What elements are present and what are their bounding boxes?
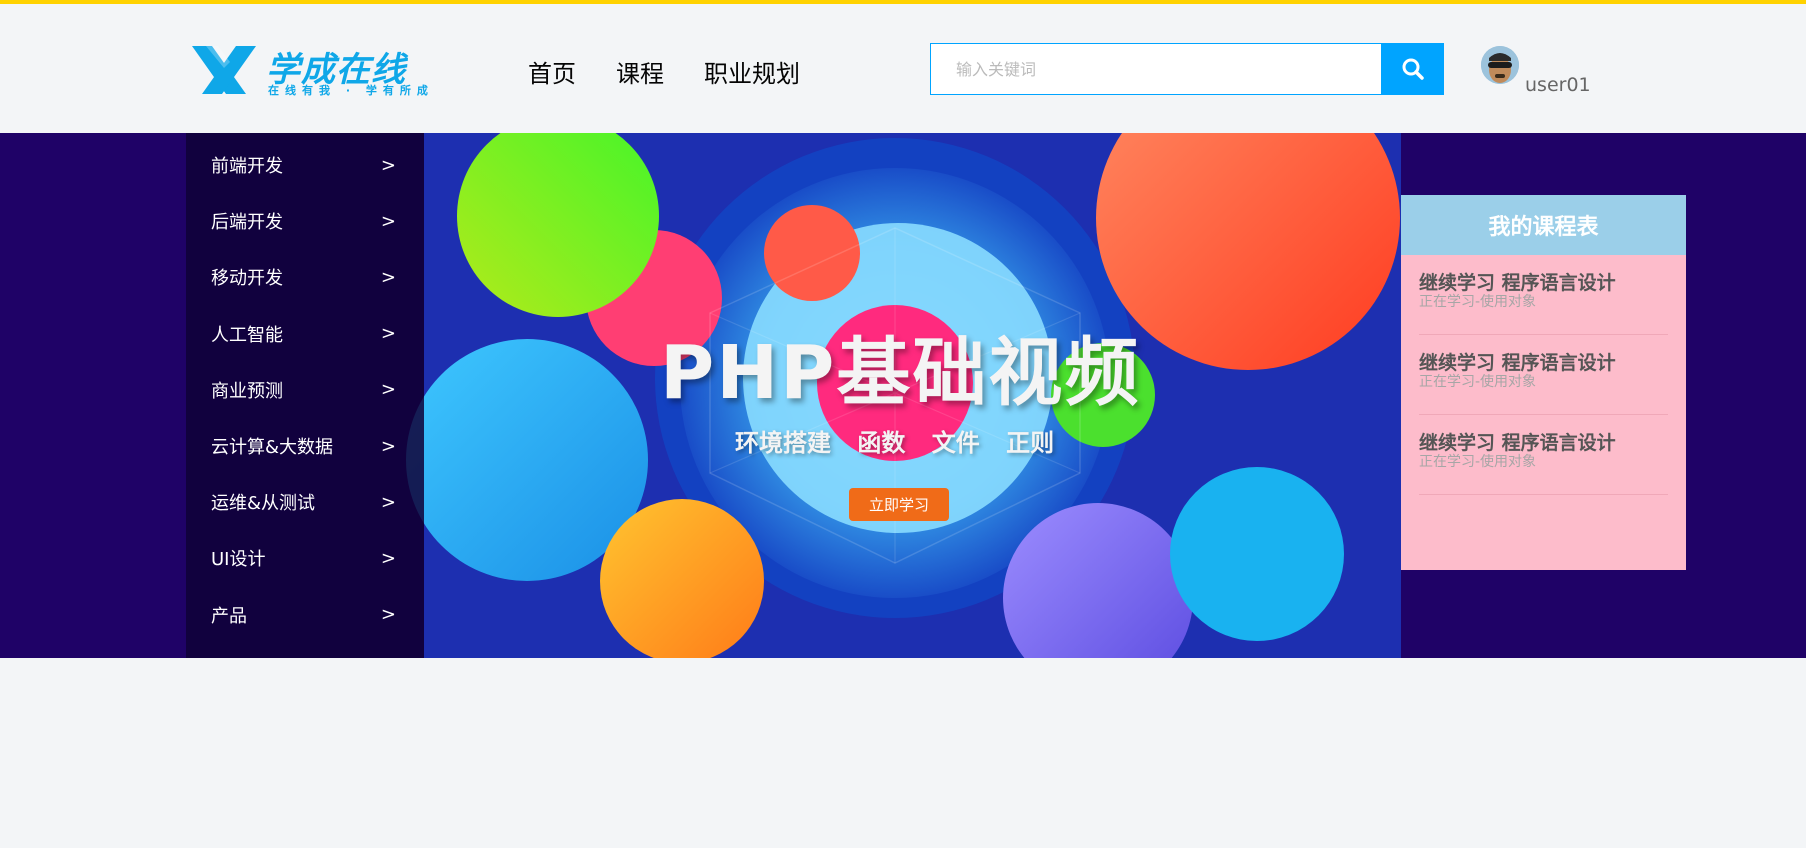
- course-table-item[interactable]: 继续学习 程序语言设计 正在学习-使用对象: [1419, 335, 1668, 415]
- learn-now-button[interactable]: 立即学习: [849, 488, 949, 521]
- avatar-icon: [1481, 46, 1519, 84]
- course-table-title: 我的课程表: [1401, 195, 1686, 255]
- logo-slogan: 在线有我 · 学有所成: [268, 84, 434, 97]
- search-button[interactable]: [1382, 43, 1444, 95]
- chevron-right-icon: >: [380, 210, 396, 232]
- chevron-right-icon: >: [380, 379, 396, 401]
- username: user01: [1525, 74, 1591, 96]
- banner-title: PHP基础视频: [660, 330, 1141, 416]
- nav-item-career[interactable]: 职业规划: [704, 54, 800, 89]
- category-label: 商业预测: [211, 380, 283, 402]
- category-menu: 前端开发 > 后端开发 > 移动开发 > 人工智能 > 商业预测 > 云计算&大数据 > 运…: [186, 133, 424, 658]
- site-logo[interactable]: 学成在线 在线有我 · 学有所成: [186, 42, 431, 102]
- category-item-product[interactable]: 产品 >: [186, 587, 424, 643]
- search-input[interactable]: [930, 43, 1382, 95]
- course-item-title: 继续学习 程序语言设计: [1419, 272, 1616, 294]
- nav-item-home[interactable]: 首页: [528, 54, 576, 89]
- avatar[interactable]: [1481, 46, 1519, 84]
- category-label: 产品: [211, 605, 247, 627]
- course-table-item[interactable]: 继续学习 程序语言设计 正在学习-使用对象: [1419, 255, 1668, 335]
- category-label: UI设计: [211, 549, 266, 571]
- category-label: 人工智能: [211, 324, 283, 346]
- category-item-backend[interactable]: 后端开发 >: [186, 193, 424, 249]
- chevron-right-icon: >: [380, 604, 396, 626]
- category-item-cloud[interactable]: 云计算&大数据 >: [186, 418, 424, 474]
- chevron-right-icon: >: [380, 491, 396, 513]
- banner-subtitle: 环境搭建 函数 文件 正则: [735, 429, 1055, 457]
- course-item-subtitle: 正在学习-使用对象: [1419, 374, 1537, 390]
- course-item-title: 继续学习 程序语言设计: [1419, 432, 1616, 454]
- category-item-ai[interactable]: 人工智能 >: [186, 306, 424, 362]
- chevron-right-icon: >: [380, 435, 396, 457]
- chevron-right-icon: >: [380, 547, 396, 569]
- main-nav: 首页 课程 职业规划: [528, 54, 840, 89]
- search-box: [930, 43, 1444, 95]
- search-icon: [1402, 58, 1424, 80]
- chevron-right-icon: >: [380, 266, 396, 288]
- category-label: 运维&从测试: [211, 493, 316, 515]
- nav-item-courses[interactable]: 课程: [616, 54, 664, 89]
- category-item-ui[interactable]: UI设计 >: [186, 530, 424, 586]
- category-label: 后端开发: [211, 212, 283, 234]
- course-item-title: 继续学习 程序语言设计: [1419, 352, 1616, 374]
- my-course-table: 我的课程表 继续学习 程序语言设计 正在学习-使用对象 继续学习 程序语言设计 …: [1401, 195, 1686, 570]
- chevron-right-icon: >: [380, 154, 396, 176]
- category-label: 前端开发: [211, 156, 283, 178]
- course-item-subtitle: 正在学习-使用对象: [1419, 294, 1537, 310]
- hero-banner[interactable]: 前端开发 > 后端开发 > 移动开发 > 人工智能 > 商业预测 > 云计算&大数据 > 运…: [0, 133, 1806, 658]
- category-item-frontend[interactable]: 前端开发 >: [186, 137, 424, 193]
- category-item-business[interactable]: 商业预测 >: [186, 362, 424, 418]
- category-label: 云计算&大数据: [211, 437, 334, 459]
- course-item-subtitle: 正在学习-使用对象: [1419, 454, 1537, 470]
- chevron-right-icon: >: [380, 323, 396, 345]
- site-header: 学成在线 在线有我 · 学有所成 首页 课程 职业规划 user01: [0, 4, 1806, 133]
- category-item-mobile[interactable]: 移动开发 >: [186, 249, 424, 305]
- course-table-item[interactable]: 继续学习 程序语言设计 正在学习-使用对象: [1419, 415, 1668, 495]
- user-menu[interactable]: user01: [1481, 46, 1591, 96]
- logo-x-icon: [192, 46, 256, 94]
- category-label: 移动开发: [211, 268, 283, 290]
- category-item-ops[interactable]: 运维&从测试 >: [186, 474, 424, 530]
